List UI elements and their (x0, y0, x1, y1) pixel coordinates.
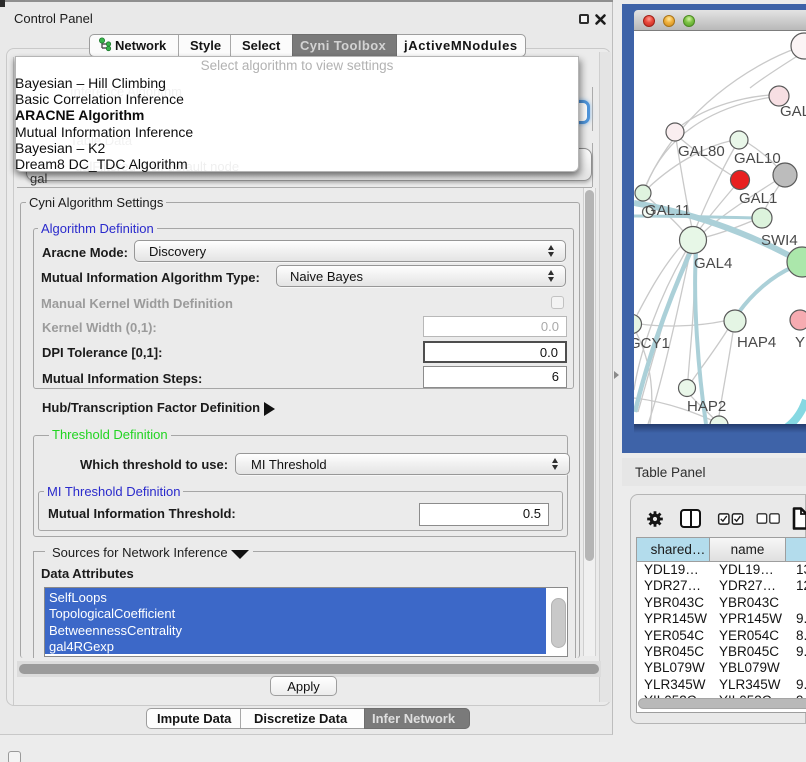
svg-text:HAP4: HAP4 (737, 334, 776, 351)
svg-text:Y: Y (795, 334, 805, 351)
svg-text:SWI4: SWI4 (761, 232, 798, 249)
svg-text:GAL7: GAL7 (780, 103, 806, 120)
svg-text:GAL1: GAL1 (739, 190, 777, 207)
svg-text:GCY1: GCY1 (634, 335, 670, 352)
svg-text:GAL4: GAL4 (694, 255, 732, 272)
svg-text:HAP2: HAP2 (687, 398, 726, 415)
svg-text:GAL11: GAL11 (645, 202, 691, 219)
svg-text:GAL80: GAL80 (678, 143, 725, 160)
svg-text:GAL10: GAL10 (734, 150, 781, 167)
